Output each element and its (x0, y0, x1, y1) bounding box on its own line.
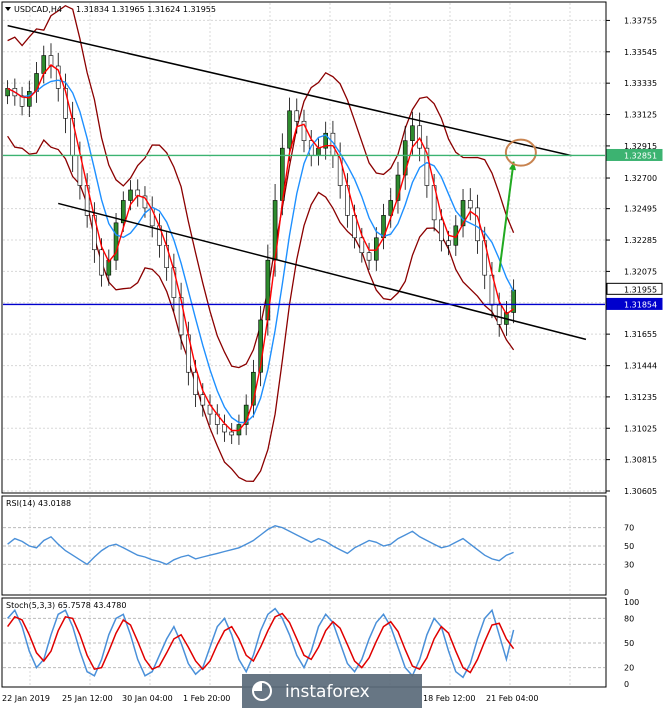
candle-body (439, 219, 444, 242)
price-tick-label: 1.33335 (624, 79, 657, 88)
price-tick-label: 1.31655 (624, 330, 657, 339)
usdcad-chart: 1.337551.335451.333351.331251.329151.327… (1, 1, 663, 708)
candle-body (467, 200, 473, 209)
candle-body (193, 371, 198, 395)
candle-body (475, 207, 480, 242)
price-tick-label: 1.32700 (624, 174, 657, 183)
candle-body (316, 147, 321, 156)
price-tick-label: 1.32495 (624, 205, 657, 214)
price-tick-label: 1.30815 (624, 456, 657, 465)
stoch-tick-label: 0 (624, 680, 629, 689)
stoch-tick-label: 100 (624, 598, 639, 607)
time-label: 1 Feb 20:00 (183, 694, 230, 703)
level-tag-label: 1.31854 (624, 300, 657, 309)
candle-body (417, 125, 422, 149)
rsi-tick-label: 0 (624, 588, 629, 597)
rsi-tick-label: 30 (624, 560, 634, 569)
time-label: 22 Jan 2019 (2, 694, 50, 703)
candle-body (128, 189, 133, 201)
stoch-tick-label: 20 (624, 664, 634, 673)
rsi-title: RSI(14) 43.0188 (6, 499, 71, 508)
candle-body (99, 249, 104, 276)
candle-body (200, 394, 206, 406)
instaforex-watermark: instaforex (242, 674, 422, 708)
stoch-title: Stoch(5,3,3) 65.7578 43.4780 (6, 601, 126, 610)
candle-body (41, 55, 47, 74)
price-tick-label: 1.31235 (624, 393, 657, 402)
rsi-tick-label: 50 (624, 542, 634, 551)
candle-body (410, 125, 415, 141)
time-label: 30 Jan 04:00 (122, 694, 173, 703)
rsi-tick-label: 70 (624, 524, 634, 533)
watermark-text: instaforex (285, 682, 370, 702)
candle-body (27, 91, 32, 107)
price-tick-label: 1.33125 (624, 111, 657, 120)
candle-body (496, 304, 502, 325)
price-tick-label: 1.32285 (624, 236, 657, 245)
candle-body (287, 110, 292, 149)
candle-body (229, 431, 235, 436)
time-label: 25 Jan 12:00 (62, 694, 113, 703)
price-tick-label: 1.31025 (624, 424, 657, 433)
price-tick-label: 1.30605 (624, 487, 657, 496)
price-tick-label: 1.31444 (624, 362, 657, 371)
stoch-tick-label: 50 (624, 639, 634, 648)
candle-body (446, 240, 451, 246)
stoch-tick-label: 80 (624, 614, 634, 623)
price-tick-label: 1.33545 (624, 48, 657, 57)
price-tick-label: 1.32075 (624, 267, 657, 276)
time-label: 18 Feb 12:00 (423, 694, 475, 703)
candle-body (366, 252, 372, 261)
symbol-label: USDCAD,H4 (14, 5, 62, 14)
level-tag-label: 1.31955 (624, 285, 657, 294)
level-tag-label: 1.32851 (624, 151, 657, 160)
candle-body (294, 110, 300, 122)
candle-body (359, 237, 365, 254)
ohlc-label: 1.31834 1.31965 1.31624 1.31955 (76, 5, 216, 14)
price-tick-label: 1.33755 (624, 16, 657, 25)
time-label: 21 Feb 04:00 (486, 694, 538, 703)
